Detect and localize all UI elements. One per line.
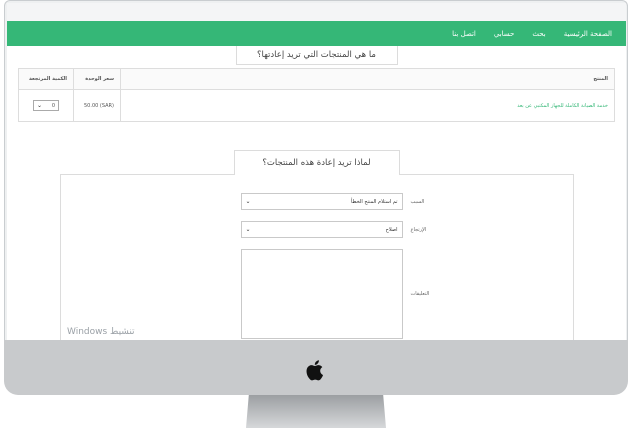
nav-contact[interactable]: اتصل بنا <box>452 30 476 38</box>
refund-select[interactable]: اصلاح ⌄ <box>240 221 403 238</box>
windows-watermark: تنشيط Windows <box>67 327 135 337</box>
notes-label: التعليقات <box>410 291 430 297</box>
col-product: المنتج <box>120 68 615 90</box>
products-heading: ما هي المنتجات التي تريد إعادتها؟ <box>235 46 398 65</box>
top-strip <box>7 3 626 21</box>
reason-value: تم استلام المنتج الخطأ <box>351 198 398 205</box>
reason-heading: لماذا تريد إعادة هذه المنتجات؟ <box>233 150 400 175</box>
quantity-select[interactable]: ⌄ 0 <box>33 100 59 111</box>
main-navbar: الصفحة الرئيسية بحث حسابي اتصل بنا <box>7 21 626 46</box>
nav-home[interactable]: الصفحة الرئيسية <box>564 30 612 38</box>
reason-select[interactable]: تم استلام المنتج الخطأ ⌄ <box>240 193 403 210</box>
chevron-down-icon: ⌄ <box>245 198 251 205</box>
reason-label: السبب <box>410 198 425 205</box>
monitor-bezel: الصفحة الرئيسية بحث حسابي اتصل بنا ما هي… <box>4 0 628 340</box>
monitor-stand <box>246 395 386 428</box>
unit-price: (SAR) 50.00 <box>73 89 121 122</box>
reason-row: السبب تم استلام المنتج الخطأ ⌄ <box>61 193 573 210</box>
nav-search[interactable]: بحث <box>532 30 545 38</box>
apple-logo-icon <box>306 360 323 381</box>
table-header-row: المنتج سعر الوحدة الكمية المرتجعة <box>18 68 615 90</box>
return-form: السبب تم استلام المنتج الخطأ ⌄ الإرتجاع … <box>59 174 574 340</box>
col-returned-qty: الكمية المرتجعة <box>18 68 74 90</box>
notes-row: التعليقات <box>61 249 573 339</box>
chevron-down-icon: ⌄ <box>37 102 43 109</box>
product-name[interactable]: خدمة الصيانة الكاملة للجهاز المكتبي عن ب… <box>120 89 615 122</box>
col-unit-price: سعر الوحدة <box>73 68 121 90</box>
monitor-frame: الصفحة الرئيسية بحث حسابي اتصل بنا ما هي… <box>4 0 628 395</box>
quantity-value: 0 <box>51 102 55 109</box>
notes-textarea[interactable] <box>240 249 403 339</box>
qty-cell: ⌄ 0 <box>18 89 74 122</box>
refund-label: الإرتجاع <box>410 226 427 233</box>
nav-account[interactable]: حسابي <box>494 30 515 38</box>
refund-value: اصلاح <box>385 226 398 233</box>
chevron-down-icon: ⌄ <box>245 226 251 233</box>
products-table: المنتج سعر الوحدة الكمية المرتجعة خدمة ا… <box>18 68 615 122</box>
screen: الصفحة الرئيسية بحث حسابي اتصل بنا ما هي… <box>7 3 626 340</box>
table-row: خدمة الصيانة الكاملة للجهاز المكتبي عن ب… <box>18 89 615 122</box>
refund-row: الإرتجاع اصلاح ⌄ <box>61 221 573 238</box>
